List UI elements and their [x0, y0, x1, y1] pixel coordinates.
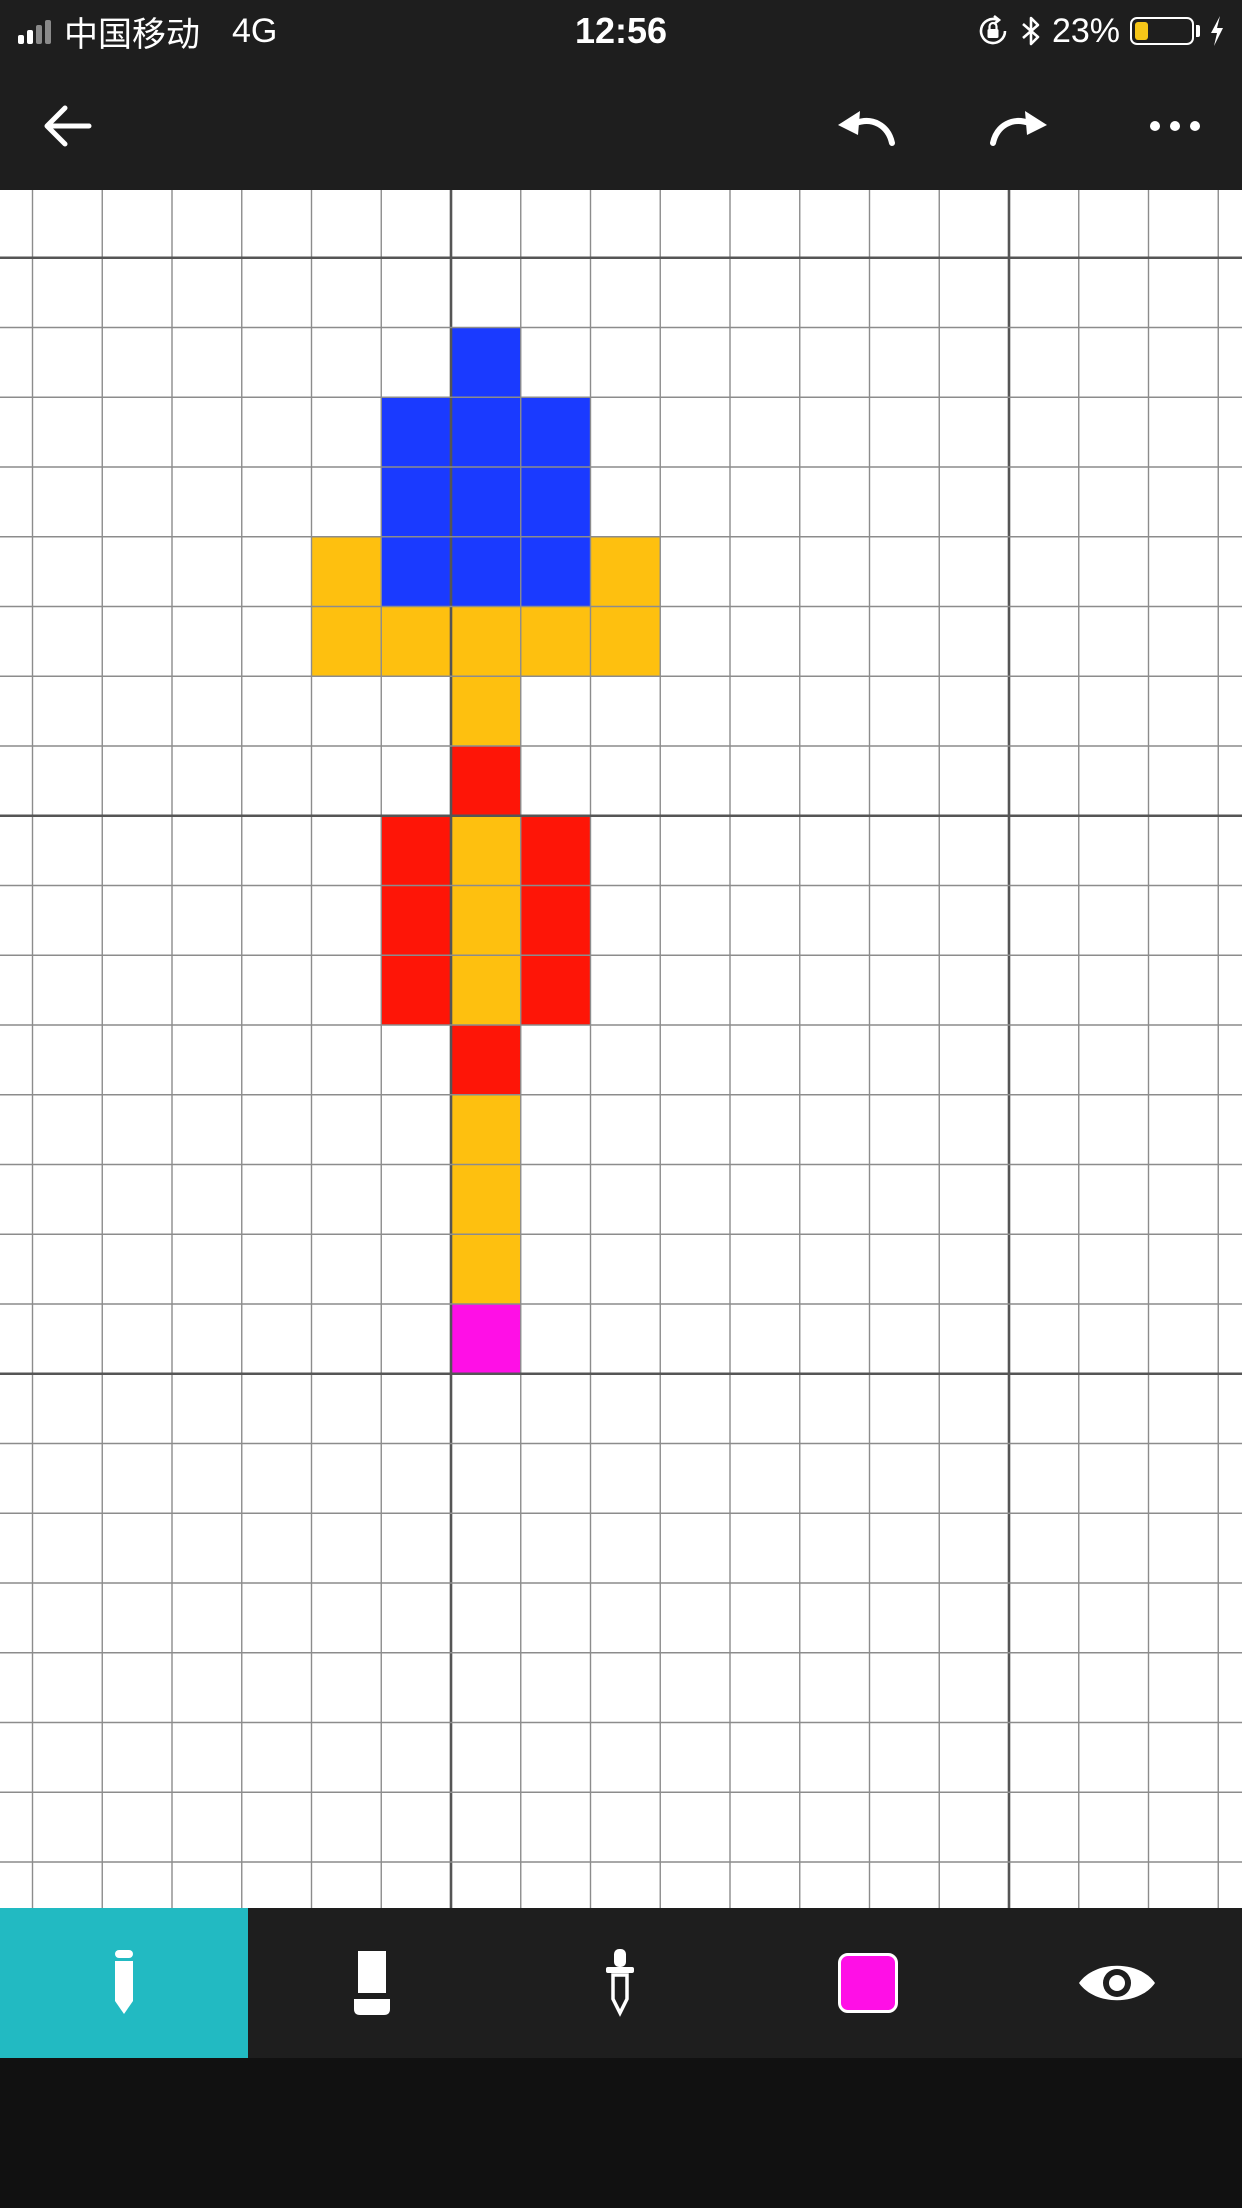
- redo-button[interactable]: [965, 62, 1075, 190]
- battery-icon: [1130, 17, 1194, 45]
- pixel-cell: [520, 467, 591, 537]
- eraser-icon: [354, 1951, 390, 2015]
- pixel-cell: [451, 885, 521, 956]
- pixel-cell: [381, 397, 451, 467]
- pixel-cell: [590, 536, 661, 607]
- pixel-cell: [451, 955, 521, 1025]
- pixel-cell: [451, 1234, 521, 1304]
- pixel-cell: [451, 1094, 521, 1165]
- pixel-cell: [381, 885, 451, 956]
- preview-tool[interactable]: [992, 1908, 1242, 2058]
- home-indicator-area: [0, 2058, 1242, 2208]
- more-icon: [1150, 121, 1200, 131]
- pixel-cell: [451, 1164, 521, 1235]
- pencil-icon: [115, 1950, 133, 2014]
- bluetooth-icon: [1020, 14, 1042, 48]
- pixel-cell: [520, 885, 591, 956]
- pixel-cell: [451, 815, 521, 886]
- pixel-grid[interactable]: [0, 190, 1242, 1908]
- pixel-cell: [520, 955, 591, 1025]
- pixel-cell: [451, 606, 521, 677]
- bottom-toolbar: [0, 1908, 1242, 2058]
- pixel-cell: [381, 955, 451, 1025]
- pencil-tool[interactable]: [0, 1908, 248, 2058]
- pixel-cell: [451, 1304, 521, 1374]
- undo-icon: [838, 111, 895, 146]
- undo-button[interactable]: [810, 62, 920, 190]
- pixel-cell: [590, 606, 661, 677]
- pixel-cell: [451, 536, 521, 607]
- pixel-cell: [520, 815, 591, 886]
- pixel-cell: [311, 536, 382, 607]
- eraser-tool[interactable]: [248, 1908, 496, 2058]
- pixel-canvas-area: [0, 190, 1242, 1908]
- redo-icon: [990, 111, 1047, 146]
- pixel-cell: [451, 676, 521, 746]
- back-arrow-icon: [44, 105, 92, 147]
- pixel-cell: [381, 606, 451, 677]
- pixel-cell: [451, 467, 521, 537]
- eyedropper-icon: [606, 1949, 634, 2017]
- eye-icon: [1079, 1965, 1155, 2001]
- pixel-cell: [520, 536, 591, 607]
- status-bar: 中国移动 4G 12:56 23%: [0, 0, 1242, 62]
- pixel-cell: [311, 606, 382, 677]
- pixel-cell: [451, 327, 521, 398]
- battery-tip: [1196, 25, 1200, 37]
- pixel-cell: [381, 467, 451, 537]
- pixel-cell: [520, 606, 591, 677]
- pixel-cell: [381, 815, 451, 886]
- pixel-cell: [520, 397, 591, 467]
- pixel-cell: [451, 1025, 521, 1095]
- eyedropper-tool[interactable]: [496, 1908, 744, 2058]
- more-button[interactable]: [1120, 62, 1230, 190]
- pixel-cell: [381, 536, 451, 607]
- pixel-cell: [451, 397, 521, 467]
- charging-icon: [1208, 14, 1226, 48]
- status-right: 23%: [976, 0, 1226, 62]
- color-swatch-button[interactable]: [744, 1908, 992, 2058]
- pixel-cell: [451, 746, 521, 816]
- battery-fill: [1135, 22, 1148, 40]
- battery-percent: 23%: [1051, 11, 1120, 50]
- top-toolbar: [0, 62, 1242, 190]
- back-button[interactable]: [12, 62, 122, 190]
- orientation-lock-icon: [976, 14, 1010, 48]
- color-swatch-icon: [838, 1953, 898, 2013]
